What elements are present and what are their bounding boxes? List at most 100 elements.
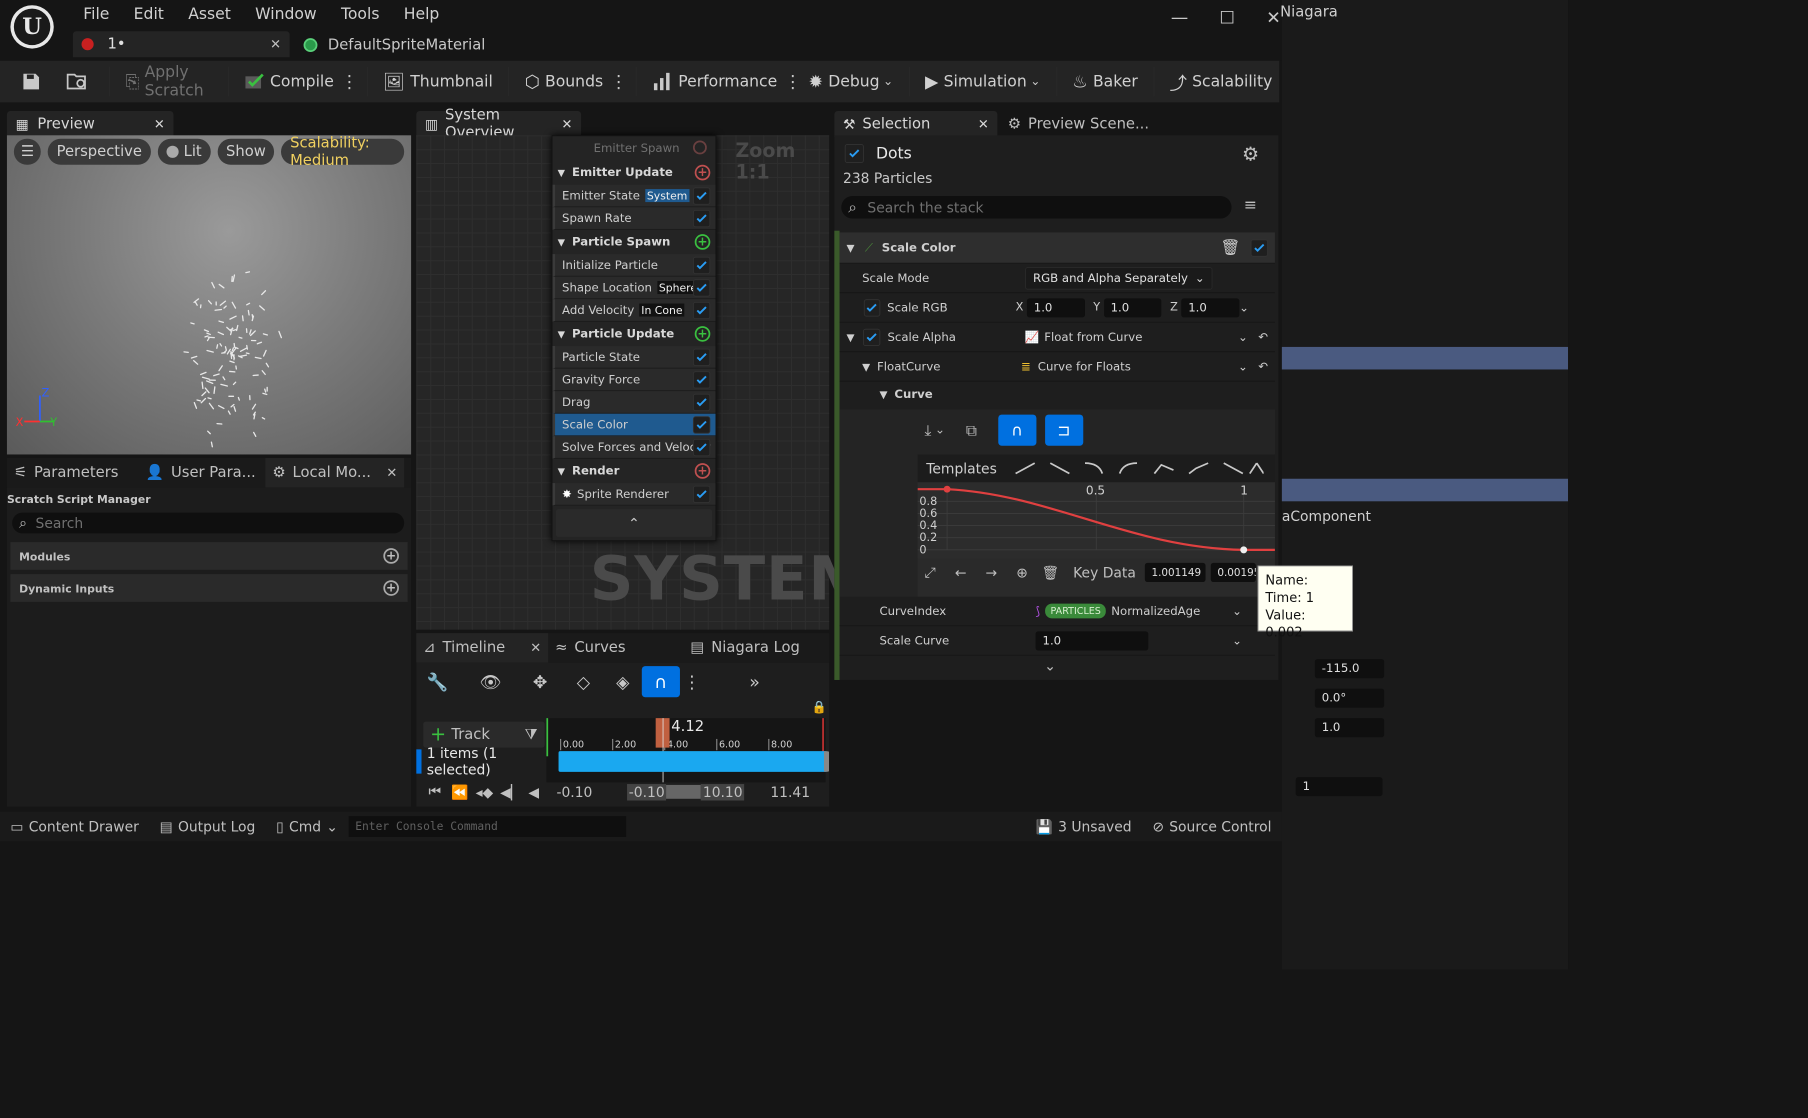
right-value-input-1[interactable]: -115.0 <box>1314 659 1385 679</box>
expand-arrow-icon[interactable]: ▼ <box>879 389 887 401</box>
node-row[interactable]: Spawn Rate <box>552 207 716 230</box>
menu-tools[interactable]: Tools <box>341 5 379 23</box>
emitter-node[interactable]: Emitter Spawn ▼ Emitter Update + Emitter St… <box>551 135 717 542</box>
save-icon[interactable] <box>9 64 54 99</box>
expand-arrow-icon[interactable]: ▼ <box>862 360 870 372</box>
tab-niagara-log[interactable]: ▤ Niagara Log <box>683 639 806 656</box>
scale-rgb-x-input[interactable]: 1.0 <box>1026 297 1085 317</box>
baker-button[interactable]: ♨ Baker <box>1065 64 1144 99</box>
range-slider[interactable] <box>666 784 702 799</box>
range-end[interactable]: 11.41 <box>770 784 810 800</box>
expand-arrow-icon[interactable]: ▼ <box>558 236 565 247</box>
filter-icon[interactable]: ≡ <box>1244 196 1257 214</box>
scale-curve-input[interactable]: 1.0 <box>1035 630 1149 651</box>
tab-timeline[interactable]: ⊿ Timeline ✕ <box>416 633 549 663</box>
row-enabled-checkbox[interactable] <box>692 301 711 320</box>
menu-edit[interactable]: Edit <box>134 5 164 23</box>
filter-icon[interactable]: ⧩ <box>525 726 538 743</box>
close-tab-icon[interactable]: ✕ <box>530 640 541 656</box>
curve-plot[interactable]: 0.80.60.40.20 0.5 1 <box>917 482 1275 559</box>
curve-index-value[interactable]: NormalizedAge <box>1111 604 1200 618</box>
output-log-button[interactable]: ▤ Output Log <box>149 818 266 834</box>
bounds-button[interactable]: ⬡ Bounds <box>518 64 610 99</box>
add-track-button[interactable]: + Track ⧩ <box>423 721 545 748</box>
scalability-button[interactable]: ⤴ Scalability <box>1163 64 1280 99</box>
scratch-search-input[interactable]: ⌕ Search <box>12 512 405 534</box>
play-reverse-icon[interactable]: ◀▏ <box>500 784 521 800</box>
view-end[interactable]: 10.10 <box>701 783 745 801</box>
modules-section[interactable]: Modules + <box>10 542 408 570</box>
emitter-enabled-checkbox[interactable] <box>844 143 864 164</box>
chevron-down-icon[interactable]: ⌄ <box>935 423 945 437</box>
delete-key-icon[interactable]: 🗑 <box>1042 564 1060 580</box>
node-row[interactable]: Shape Location Sphere <box>552 276 716 300</box>
compile-button[interactable]: Compile <box>237 64 341 99</box>
add-module-icon[interactable]: + <box>694 234 711 250</box>
lock-icon[interactable]: 🔒 <box>812 701 827 715</box>
curve-key-end[interactable] <box>1240 546 1248 554</box>
node-row[interactable]: Scale Color <box>552 413 716 437</box>
add-module-icon[interactable]: + <box>694 326 711 342</box>
key-filter-icon[interactable]: ◈ <box>616 671 629 692</box>
key-time-input[interactable]: 1.001149 <box>1144 562 1206 582</box>
reset-icon[interactable]: ↶ <box>1258 359 1268 373</box>
range-start[interactable]: -0.10 <box>556 784 592 800</box>
tab-selection[interactable]: ⚒ Selection ✕ <box>834 111 998 138</box>
tab-user-parameters[interactable]: 👤 User Para... <box>139 464 266 481</box>
snap-value-icon[interactable]: ∩ <box>997 414 1037 446</box>
expand-more-icon[interactable]: ⌄ <box>1044 657 1056 673</box>
close-tab-icon[interactable]: ✕ <box>562 116 573 132</box>
row-enabled-checkbox[interactable] <box>692 348 711 367</box>
menu-asset[interactable]: Asset <box>188 5 231 23</box>
node-section-emitter-update[interactable]: ▼ Emitter Update + <box>552 160 715 184</box>
node-row[interactable]: ✸ Sprite Renderer <box>552 483 716 506</box>
row-enabled-checkbox[interactable] <box>692 371 711 389</box>
scale-rgb-y-input[interactable]: 1.0 <box>1103 297 1162 317</box>
snap-time-icon[interactable]: ⊐ <box>1044 414 1083 446</box>
row-enabled-checkbox[interactable] <box>692 187 711 205</box>
menu-file[interactable]: File <box>83 5 109 23</box>
back-icon[interactable]: ◀ <box>528 784 539 800</box>
minimize-icon[interactable]: — <box>1171 7 1188 28</box>
collapse-node-button[interactable]: ⌃ <box>555 509 713 537</box>
node-section-render[interactable]: ▼ Render + <box>552 459 715 483</box>
scale-rgb-checkbox[interactable] <box>863 298 881 317</box>
apply-scratch-button[interactable]: ⎘ Apply Scratch <box>119 63 220 99</box>
close-tab-icon[interactable]: ✕ <box>386 465 397 481</box>
source-control-button[interactable]: ⊘ Source Control <box>1142 818 1282 834</box>
expand-arrow-icon[interactable]: ▼ <box>558 465 565 476</box>
row-enabled-checkbox[interactable] <box>692 256 711 275</box>
menu-help[interactable]: Help <box>404 5 440 23</box>
add-icon[interactable] <box>692 140 707 155</box>
browse-icon[interactable] <box>54 64 101 99</box>
curve-key-start[interactable] <box>943 485 951 493</box>
add-module-icon[interactable]: + <box>383 548 399 564</box>
close-tab-icon[interactable]: ✕ <box>978 116 989 132</box>
add-module-icon[interactable]: + <box>694 164 711 181</box>
console-input[interactable]: Enter Console Command <box>348 816 626 837</box>
performance-options-icon[interactable]: ⋮ <box>784 71 801 92</box>
prev-key-icon[interactable]: ◂◆ <box>476 784 494 800</box>
row-enabled-checkbox[interactable] <box>692 209 711 228</box>
stack-search-input[interactable]: ⌕ Search the stack <box>841 196 1232 219</box>
system-overview-graph[interactable]: Zoom 1:1 SYSTEM Emitter Spawn ▼ Emitter U… <box>416 135 869 630</box>
expand-arrow-icon[interactable]: ▼ <box>558 167 565 178</box>
expand-arrow-icon[interactable]: ▼ <box>558 328 565 339</box>
tab-curves[interactable]: ≈ Curves <box>548 639 683 656</box>
chevron-down-icon[interactable]: ⌄ <box>1238 359 1248 373</box>
dynamic-inputs-section[interactable]: Dynamic Inputs + <box>10 574 408 602</box>
preview-viewport[interactable]: ☰ Perspective Lit Show Scalability: Medi… <box>6 134 412 455</box>
node-row[interactable]: Solve Forces and Velocity <box>552 436 716 459</box>
expand-arrow-icon[interactable]: ▼ <box>846 242 854 254</box>
unreal-logo[interactable]: U <box>10 5 54 49</box>
node-section-particle-spawn[interactable]: ▼ Particle Spawn + <box>552 230 715 254</box>
menu-window[interactable]: Window <box>255 5 317 23</box>
right-value-input-2[interactable]: 0.0° <box>1314 688 1385 708</box>
expand-icon[interactable]: » <box>749 671 760 692</box>
tab-preview[interactable]: ▦ Preview ✕ <box>6 111 174 138</box>
close-tab-icon[interactable]: ✕ <box>154 116 165 132</box>
row-tag[interactable]: System <box>645 189 690 203</box>
row-tag[interactable]: In Cone <box>639 303 685 317</box>
scale-rgb-z-input[interactable]: 1.0 <box>1181 297 1240 317</box>
transform-icon[interactable]: ✥ <box>533 671 548 692</box>
